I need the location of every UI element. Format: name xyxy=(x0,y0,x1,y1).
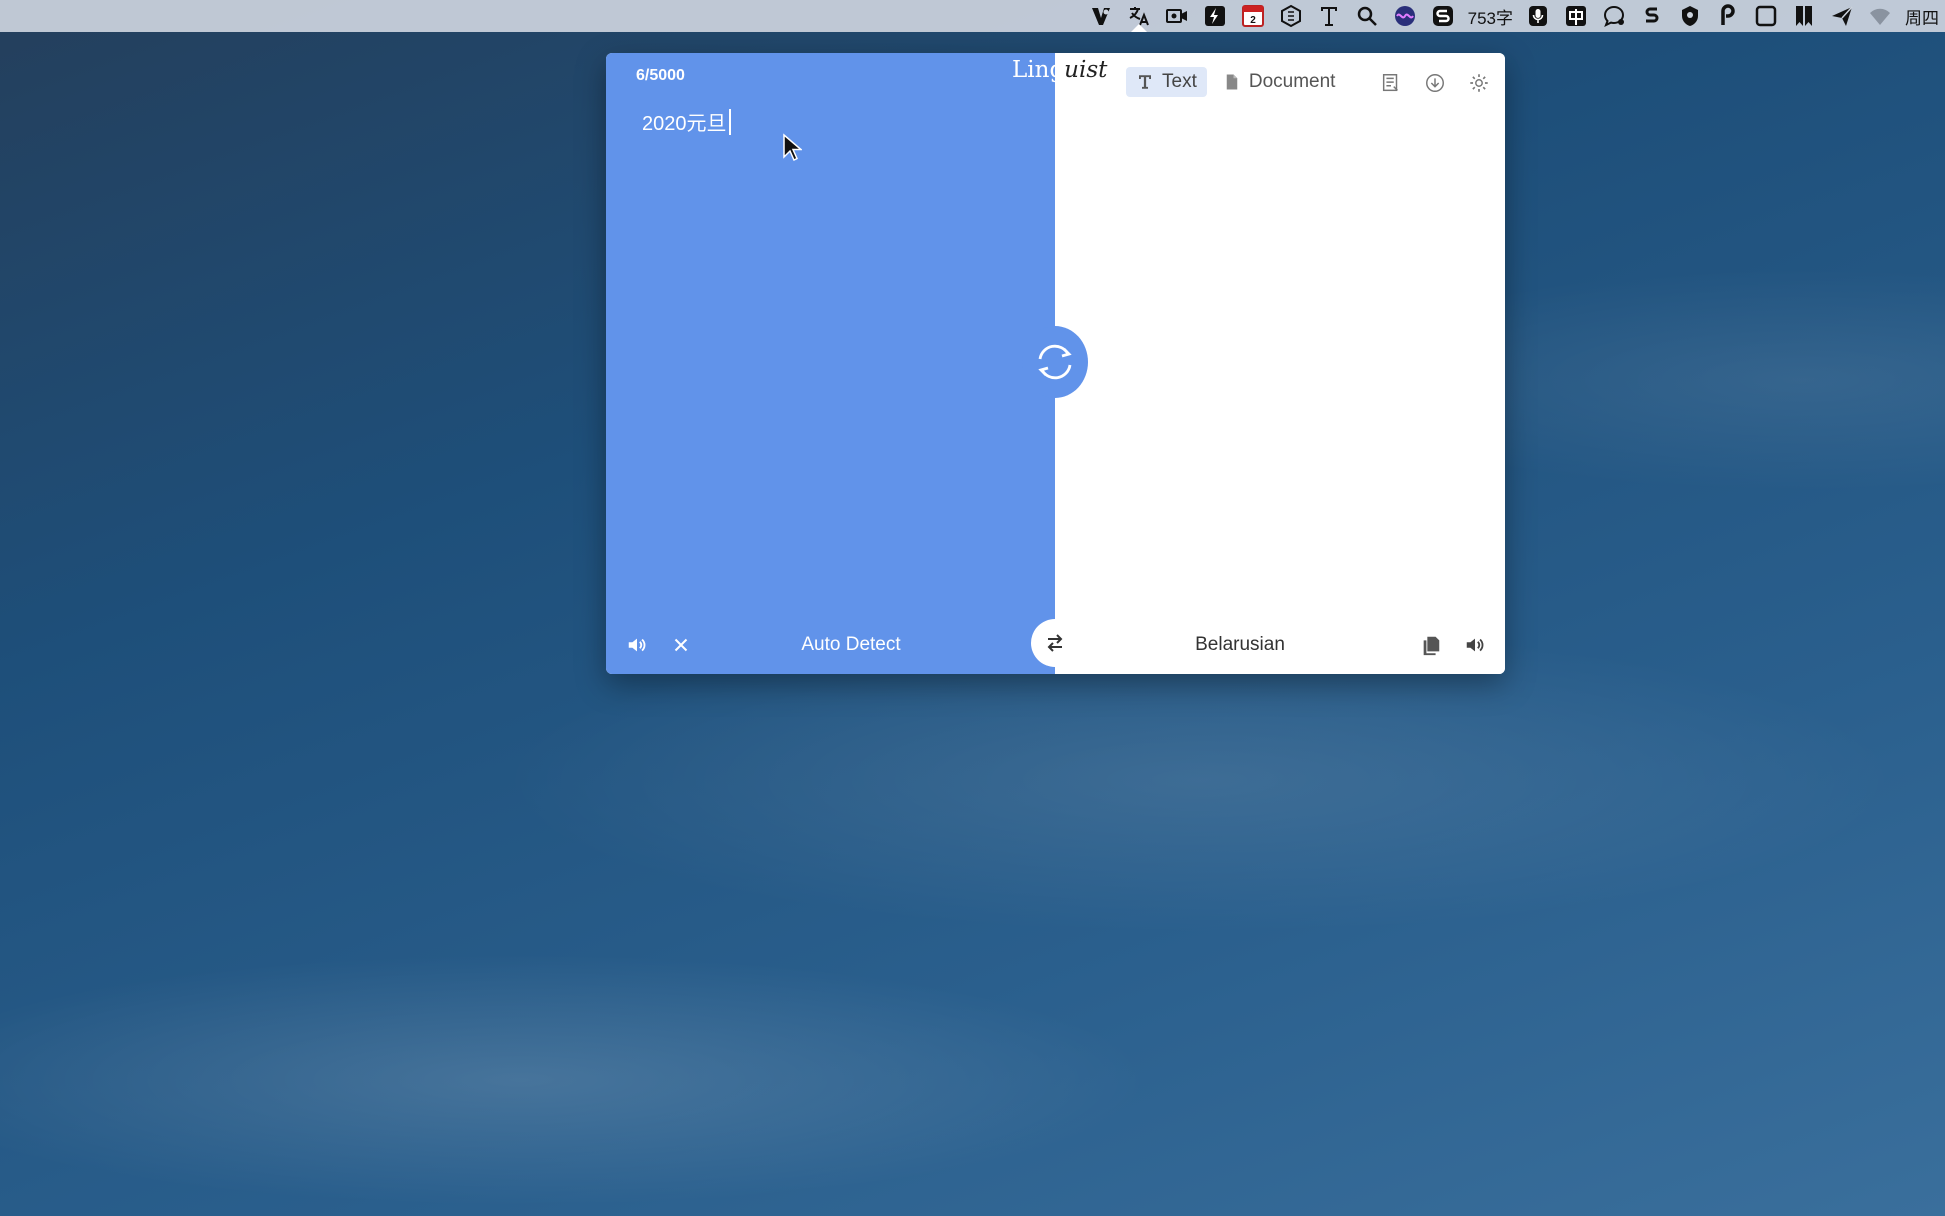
wifi-icon[interactable] xyxy=(1861,0,1899,32)
svg-text:2: 2 xyxy=(1250,15,1256,26)
text-icon[interactable] xyxy=(1310,0,1348,32)
menu-bar: 2 753字 周四 xyxy=(0,0,1945,32)
target-actions xyxy=(1416,630,1490,660)
screen-record-icon[interactable] xyxy=(1158,0,1196,32)
source-text-value: 2020元旦 xyxy=(642,113,727,135)
target-pane[interactable]: Belarusian xyxy=(1055,53,1505,674)
scribble-icon[interactable] xyxy=(1424,0,1462,32)
translator-popover: 6/5000 2020元旦 Auto Detect Belarusian Lin… xyxy=(606,53,1505,674)
source-language-selector[interactable]: Auto Detect xyxy=(791,634,911,656)
mode-tabs: Text Document xyxy=(1126,67,1351,97)
vivaldi-icon[interactable] xyxy=(1082,0,1120,32)
search-icon[interactable] xyxy=(1348,0,1386,32)
tab-document-label: Document xyxy=(1248,71,1336,92)
history-icon[interactable] xyxy=(1374,66,1408,100)
input-method-icon[interactable] xyxy=(1557,0,1595,32)
toolbar xyxy=(1374,66,1505,100)
text-icon xyxy=(1136,73,1154,91)
refresh-icon xyxy=(1038,344,1072,380)
target-language-selector[interactable]: Belarusian xyxy=(1180,634,1300,656)
bolt-icon[interactable] xyxy=(1196,0,1234,32)
send-icon[interactable] xyxy=(1823,0,1861,32)
tab-document[interactable]: Document xyxy=(1213,67,1346,97)
source-speak-icon[interactable] xyxy=(622,630,652,660)
document-icon xyxy=(1223,73,1241,91)
p-icon[interactable] xyxy=(1709,0,1747,32)
s-icon[interactable] xyxy=(1633,0,1671,32)
copy-icon[interactable] xyxy=(1416,630,1446,660)
clear-text-icon[interactable] xyxy=(666,630,696,660)
download-icon[interactable] xyxy=(1418,66,1452,100)
swap-languages-button[interactable] xyxy=(1031,619,1079,667)
chat-icon[interactable] xyxy=(1595,0,1633,32)
hexagon-icon[interactable] xyxy=(1272,0,1310,32)
menu-bar-status-items: 2 753字 周四 xyxy=(1082,0,1945,32)
word-count: 753字 xyxy=(1467,8,1513,28)
text-caret xyxy=(728,108,731,135)
shield-icon[interactable] xyxy=(1671,0,1709,32)
calendar-icon[interactable]: 2 xyxy=(1234,0,1272,32)
siri-icon[interactable] xyxy=(1386,0,1424,32)
target-speak-icon[interactable] xyxy=(1460,630,1490,660)
translate-refresh-button[interactable] xyxy=(1022,326,1088,398)
source-text-input[interactable]: 2020元旦 xyxy=(642,107,731,136)
menu-bar-day[interactable]: 周四 xyxy=(1899,0,1945,32)
character-counter: 6/5000 xyxy=(636,67,685,84)
source-actions xyxy=(622,630,696,660)
settings-icon[interactable] xyxy=(1462,66,1496,100)
microphone-icon[interactable] xyxy=(1519,0,1557,32)
tab-text[interactable]: Text xyxy=(1126,67,1207,97)
tab-text-label: Text xyxy=(1162,71,1197,92)
swap-icon xyxy=(1047,634,1063,652)
source-pane[interactable]: 6/5000 2020元旦 Auto Detect xyxy=(606,53,1055,674)
square-icon[interactable] xyxy=(1747,0,1785,32)
bookmark-icon[interactable] xyxy=(1785,0,1823,32)
translate-icon[interactable] xyxy=(1120,0,1158,32)
app-title: Linguist xyxy=(1012,57,1108,83)
mouse-pointer-icon xyxy=(783,133,802,162)
